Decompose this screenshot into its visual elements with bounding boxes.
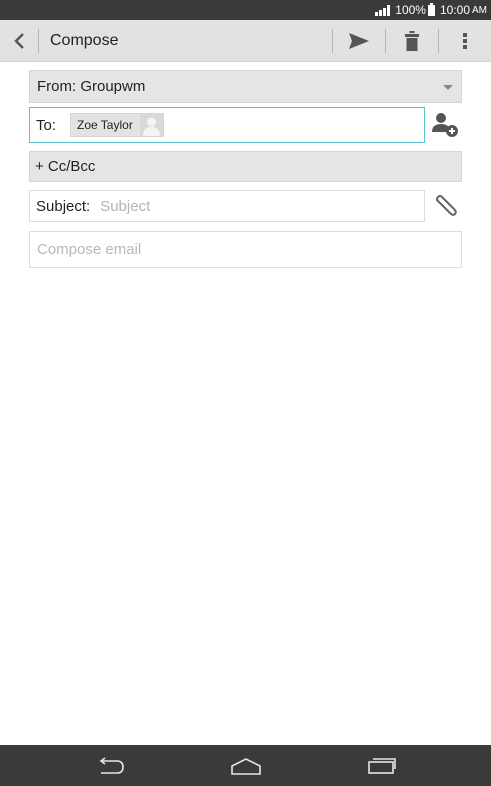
dropdown-arrow-icon — [443, 85, 453, 90]
add-contact-icon — [432, 113, 458, 137]
from-account-select[interactable]: From: Groupwm — [29, 70, 462, 103]
signal-icon — [375, 4, 391, 16]
trash-icon — [405, 30, 419, 51]
to-field[interactable]: To: Zoe Taylor — [29, 107, 425, 143]
clock: 10:00 — [439, 3, 470, 17]
send-button[interactable] — [333, 20, 385, 62]
chevron-left-icon — [14, 32, 24, 49]
more-vertical-icon — [463, 32, 467, 49]
page-title: Compose — [50, 31, 119, 49]
clock-ampm: AM — [472, 4, 487, 16]
overflow-menu-button[interactable] — [439, 20, 491, 62]
attach-button[interactable] — [431, 193, 461, 221]
cc-bcc-button[interactable]: + Cc/Bcc — [29, 151, 462, 182]
status-bar: 100% 10:00 AM — [0, 0, 491, 20]
paperclip-icon — [436, 195, 457, 216]
add-recipient-button[interactable] — [430, 110, 460, 140]
subject-input[interactable] — [100, 197, 424, 215]
battery-icon — [427, 2, 435, 16]
send-icon — [349, 32, 369, 49]
to-label: To: — [36, 116, 57, 134]
nav-recents-button[interactable] — [314, 745, 450, 786]
subject-label: Subject: — [36, 197, 91, 215]
back-arrow-icon — [99, 756, 124, 774]
cc-bcc-label: + Cc/Bcc — [35, 158, 96, 175]
recent-apps-icon — [367, 757, 396, 774]
action-bar-divider — [38, 28, 39, 53]
compose-body[interactable] — [29, 231, 462, 268]
action-bar: Compose — [0, 20, 491, 62]
home-icon — [230, 757, 261, 775]
recipient-chip[interactable]: Zoe Taylor — [70, 113, 164, 137]
compose-body-input[interactable] — [37, 241, 454, 261]
subject-field[interactable]: Subject: — [29, 190, 425, 222]
recipient-name: Zoe Taylor — [77, 118, 133, 132]
nav-back-button[interactable] — [42, 745, 178, 786]
battery-percent: 100% — [395, 3, 426, 17]
navigation-bar — [0, 745, 491, 786]
delete-button[interactable] — [386, 20, 438, 62]
from-account-label: From: Groupwm — [37, 78, 146, 95]
nav-home-button[interactable] — [178, 745, 314, 786]
back-button[interactable] — [0, 20, 38, 62]
contact-avatar-icon — [139, 114, 163, 136]
